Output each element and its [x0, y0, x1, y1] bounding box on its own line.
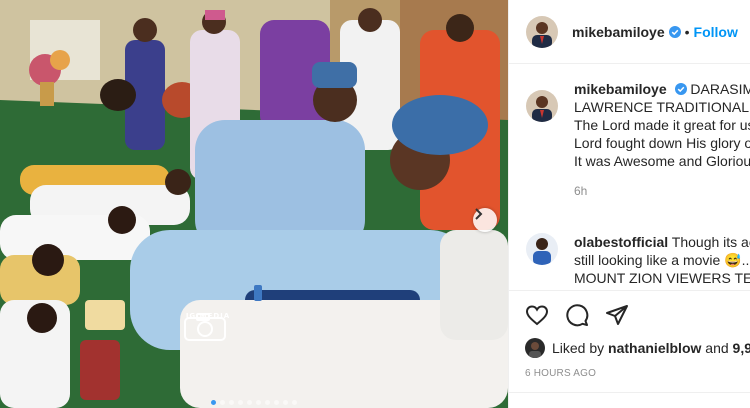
carousel-dot[interactable] — [229, 400, 234, 405]
caption-username[interactable]: mikebamiloye — [574, 81, 667, 97]
carousel-dots — [0, 400, 508, 405]
likes-user[interactable]: nathanielblow — [608, 340, 701, 356]
comment-line: olabestofficial Though its ac — [574, 233, 750, 251]
caption-line: It was Awesome and Gloriou — [574, 153, 750, 169]
watermark: IG MEDIA — [183, 312, 233, 341]
likes-count[interactable]: 9,97 — [733, 340, 750, 356]
post-timestamp[interactable]: 6 HOURS AGO — [525, 368, 596, 379]
carousel-dot[interactable] — [247, 400, 252, 405]
avatar[interactable] — [526, 15, 558, 48]
caption-line-text: DARASIMI — [690, 81, 750, 97]
paper-plane-icon — [606, 304, 628, 325]
caption-time[interactable]: 6h — [574, 182, 750, 200]
likes-suffix: and — [705, 340, 729, 356]
heart-icon — [525, 304, 549, 325]
header-username[interactable]: mikebamiloye — [572, 24, 665, 40]
action-bar — [509, 290, 750, 338]
avatar[interactable] — [525, 338, 545, 358]
caption-line: mikebamiloye DARASIMI — [574, 80, 750, 98]
caption-text: mikebamiloye DARASIMI LAWRENCE TRADITION… — [574, 80, 750, 200]
caption-line: LAWRENCE TRADITIONAL W — [574, 99, 750, 115]
share-button[interactable] — [605, 303, 629, 327]
caption: mikebamiloye DARASIMI LAWRENCE TRADITION… — [526, 80, 750, 200]
carousel-dot[interactable] — [274, 400, 279, 405]
caption-line: The Lord made it great for us — [574, 117, 750, 133]
comment-username[interactable]: olabestofficial — [574, 234, 668, 250]
comment-line: still looking like a movie 😅.. — [574, 252, 750, 268]
avatar[interactable] — [526, 90, 558, 122]
verified-badge-icon — [674, 83, 687, 95]
carousel-dot[interactable] — [220, 400, 225, 405]
comment-button[interactable] — [565, 303, 589, 327]
carousel-dot[interactable] — [283, 400, 288, 405]
comment-line: MOUNT ZION VIEWERS TEAM — [574, 270, 750, 286]
carousel-dot[interactable] — [265, 400, 270, 405]
avatar[interactable] — [526, 233, 558, 265]
comment-item: olabestofficial Though its ac still look… — [526, 233, 750, 287]
chevron-right-icon — [475, 208, 483, 220]
likes-summary: Liked by nathanielblow and 9,97 — [525, 338, 750, 358]
carousel-dot[interactable] — [238, 400, 243, 405]
follow-button[interactable]: Follow — [694, 24, 738, 40]
avatar-image — [526, 90, 558, 122]
comment-bubble-icon — [566, 303, 589, 326]
avatar-image — [526, 15, 558, 48]
likes-prefix: Liked by — [552, 340, 605, 356]
next-photo-button[interactable] — [473, 208, 497, 232]
post-sidebar: mikebamiloye • Follow mikebamiloye DARAS… — [508, 0, 750, 408]
avatar-image — [526, 233, 558, 265]
verified-badge-icon — [668, 25, 681, 38]
carousel-dot[interactable] — [211, 400, 216, 405]
like-button[interactable] — [525, 303, 549, 327]
wedding-photo — [0, 0, 508, 408]
carousel-dot[interactable] — [256, 400, 261, 405]
comment-line-text: Though its ac — [671, 234, 750, 250]
divider — [509, 392, 750, 393]
carousel-dot[interactable] — [292, 400, 297, 405]
post-header: mikebamiloye • Follow — [509, 0, 750, 64]
caption-line: Lord fought down His glory o — [574, 135, 750, 151]
caption-block: mikebamiloye DARASIMI LAWRENCE TRADITION… — [526, 80, 750, 200]
avatar-image — [525, 338, 545, 358]
camera-icon — [184, 313, 226, 341]
bullet-separator: • — [684, 23, 690, 40]
comment-text: olabestofficial Though its ac still look… — [574, 233, 750, 287]
post-photo[interactable]: IG MEDIA — [0, 0, 508, 408]
